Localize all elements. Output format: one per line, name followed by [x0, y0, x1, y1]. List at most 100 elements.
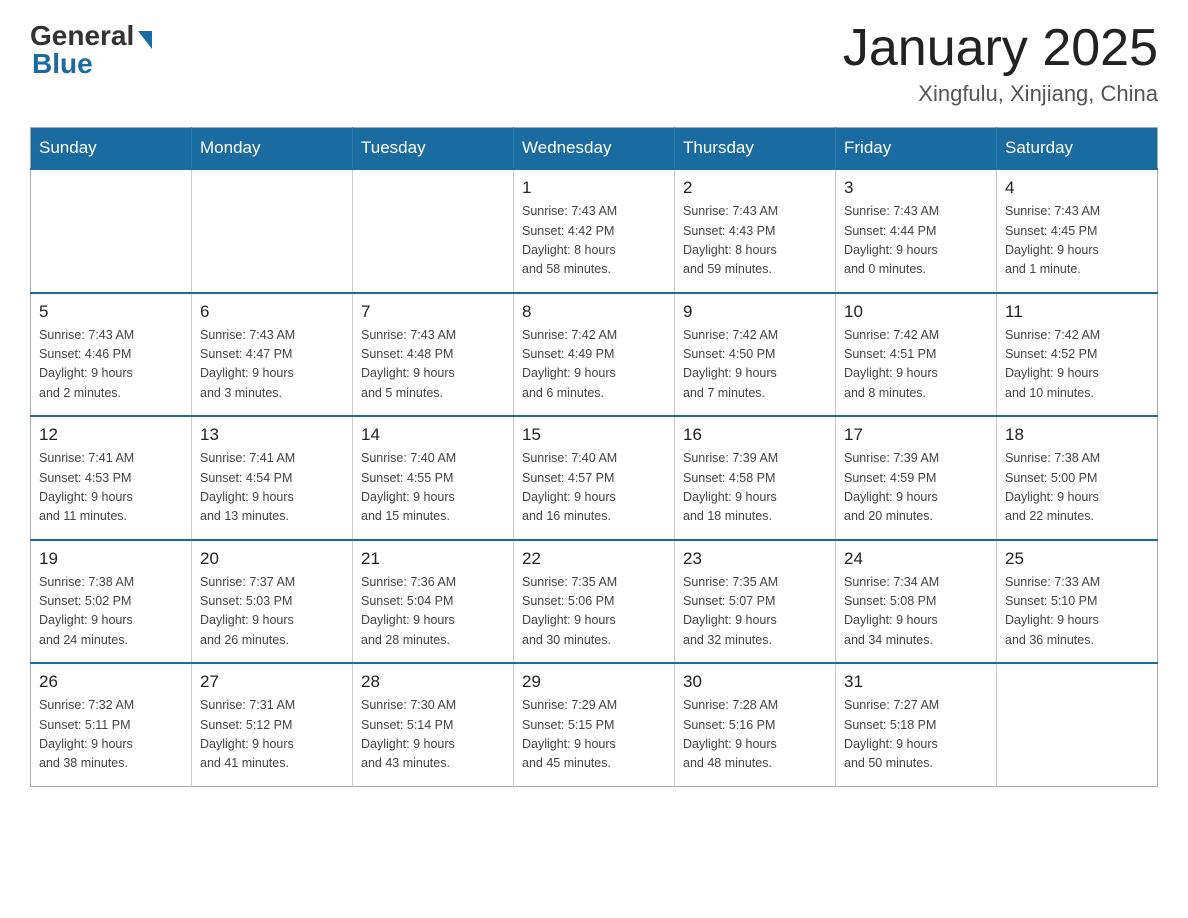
day-number: 1: [522, 178, 666, 198]
day-info: Sunrise: 7:38 AMSunset: 5:00 PMDaylight:…: [1005, 449, 1149, 527]
day-info: Sunrise: 7:40 AMSunset: 4:55 PMDaylight:…: [361, 449, 505, 527]
day-info: Sunrise: 7:43 AMSunset: 4:48 PMDaylight:…: [361, 326, 505, 404]
calendar-cell: 27 Sunrise: 7:31 AMSunset: 5:12 PMDayligh…: [192, 663, 353, 786]
calendar-cell: 31Sunrise: 7:27 AMSunset: 5:18 PMDayligh…: [836, 663, 997, 786]
day-info: Sunrise: 7:43 AMSunset: 4:45 PMDaylight:…: [1005, 202, 1149, 280]
calendar-cell: 11Sunrise: 7:42 AMSunset: 4:52 PMDayligh…: [997, 293, 1158, 417]
day-header-wednesday: Wednesday: [514, 128, 675, 170]
day-info: Sunrise: 7:41 AMSunset: 4:54 PMDaylight:…: [200, 449, 344, 527]
day-info: Sunrise: 7:30 AMSunset: 5:14 PMDaylight:…: [361, 696, 505, 774]
calendar-cell: 30Sunrise: 7:28 AMSunset: 5:16 PMDayligh…: [675, 663, 836, 786]
days-of-week-row: SundayMondayTuesdayWednesdayThursdayFrid…: [31, 128, 1158, 170]
day-header-tuesday: Tuesday: [353, 128, 514, 170]
calendar-cell: 23Sunrise: 7:35 AMSunset: 5:07 PMDayligh…: [675, 540, 836, 664]
day-header-monday: Monday: [192, 128, 353, 170]
day-info: Sunrise: 7:43 AMSunset: 4:43 PMDaylight:…: [683, 202, 827, 280]
calendar-cell: 26Sunrise: 7:32 AMSunset: 5:11 PMDayligh…: [31, 663, 192, 786]
calendar-cell: 1 Sunrise: 7:43 AMSunset: 4:42 PMDaylight…: [514, 169, 675, 293]
logo-arrow-icon: [138, 31, 152, 49]
day-number: 22: [522, 549, 666, 569]
calendar-cell: 8 Sunrise: 7:42 AMSunset: 4:49 PMDaylight…: [514, 293, 675, 417]
day-info: Sunrise: 7:39 AMSunset: 4:59 PMDaylight:…: [844, 449, 988, 527]
calendar-table: SundayMondayTuesdayWednesdayThursdayFrid…: [30, 127, 1158, 787]
calendar-cell: 19 Sunrise: 7:38 AMSunset: 5:02 PMDayligh…: [31, 540, 192, 664]
day-info: Sunrise: 7:39 AMSunset: 4:58 PMDaylight:…: [683, 449, 827, 527]
day-number: 9: [683, 302, 827, 322]
day-number: 27: [200, 672, 344, 692]
calendar-cell: 7Sunrise: 7:43 AMSunset: 4:48 PMDaylight…: [353, 293, 514, 417]
day-info: Sunrise: 7:43 AMSunset: 4:42 PMDaylight:…: [522, 202, 666, 280]
week-row-3: 12 Sunrise: 7:41 AMSunset: 4:53 PMDayligh…: [31, 416, 1158, 540]
calendar-cell: [353, 169, 514, 293]
day-number: 4: [1005, 178, 1149, 198]
day-number: 13: [200, 425, 344, 445]
month-title: January 2025: [843, 20, 1158, 77]
day-number: 14: [361, 425, 505, 445]
day-info: Sunrise: 7:41 AMSunset: 4:53 PMDaylight:…: [39, 449, 183, 527]
day-number: 31: [844, 672, 988, 692]
day-info: Sunrise: 7:35 AMSunset: 5:07 PMDaylight:…: [683, 573, 827, 651]
day-info: Sunrise: 7:31 AMSunset: 5:12 PMDaylight:…: [200, 696, 344, 774]
calendar-cell: [192, 169, 353, 293]
day-info: Sunrise: 7:43 AMSunset: 4:47 PMDaylight:…: [200, 326, 344, 404]
day-info: Sunrise: 7:42 AMSunset: 4:49 PMDaylight:…: [522, 326, 666, 404]
page-header: General Blue January 2025 Xingfulu, Xinj…: [30, 20, 1158, 107]
day-number: 15: [522, 425, 666, 445]
day-header-friday: Friday: [836, 128, 997, 170]
day-number: 21: [361, 549, 505, 569]
day-info: Sunrise: 7:43 AMSunset: 4:44 PMDaylight:…: [844, 202, 988, 280]
week-row-5: 26Sunrise: 7:32 AMSunset: 5:11 PMDayligh…: [31, 663, 1158, 786]
calendar-cell: 20 Sunrise: 7:37 AMSunset: 5:03 PMDayligh…: [192, 540, 353, 664]
calendar-cell: 12 Sunrise: 7:41 AMSunset: 4:53 PMDayligh…: [31, 416, 192, 540]
day-header-saturday: Saturday: [997, 128, 1158, 170]
day-number: 18: [1005, 425, 1149, 445]
day-info: Sunrise: 7:36 AMSunset: 5:04 PMDaylight:…: [361, 573, 505, 651]
week-row-2: 5Sunrise: 7:43 AMSunset: 4:46 PMDaylight…: [31, 293, 1158, 417]
day-info: Sunrise: 7:40 AMSunset: 4:57 PMDaylight:…: [522, 449, 666, 527]
calendar-cell: 15 Sunrise: 7:40 AMSunset: 4:57 PMDayligh…: [514, 416, 675, 540]
calendar-cell: 4 Sunrise: 7:43 AMSunset: 4:45 PMDaylight…: [997, 169, 1158, 293]
day-number: 6: [200, 302, 344, 322]
day-number: 25: [1005, 549, 1149, 569]
calendar-cell: 5Sunrise: 7:43 AMSunset: 4:46 PMDaylight…: [31, 293, 192, 417]
day-info: Sunrise: 7:37 AMSunset: 5:03 PMDaylight:…: [200, 573, 344, 651]
week-row-1: 1 Sunrise: 7:43 AMSunset: 4:42 PMDaylight…: [31, 169, 1158, 293]
day-number: 17: [844, 425, 988, 445]
calendar-cell: 25 Sunrise: 7:33 AMSunset: 5:10 PMDayligh…: [997, 540, 1158, 664]
calendar-cell: 21 Sunrise: 7:36 AMSunset: 5:04 PMDayligh…: [353, 540, 514, 664]
day-header-sunday: Sunday: [31, 128, 192, 170]
day-number: 2: [683, 178, 827, 198]
week-row-4: 19 Sunrise: 7:38 AMSunset: 5:02 PMDayligh…: [31, 540, 1158, 664]
day-number: 10: [844, 302, 988, 322]
day-number: 26: [39, 672, 183, 692]
logo-blue-text: Blue: [32, 48, 93, 80]
day-header-thursday: Thursday: [675, 128, 836, 170]
calendar-cell: 6 Sunrise: 7:43 AMSunset: 4:47 PMDaylight…: [192, 293, 353, 417]
calendar-cell: 28 Sunrise: 7:30 AMSunset: 5:14 PMDayligh…: [353, 663, 514, 786]
day-info: Sunrise: 7:42 AMSunset: 4:51 PMDaylight:…: [844, 326, 988, 404]
calendar-cell: 9 Sunrise: 7:42 AMSunset: 4:50 PMDaylight…: [675, 293, 836, 417]
day-number: 12: [39, 425, 183, 445]
day-info: Sunrise: 7:34 AMSunset: 5:08 PMDaylight:…: [844, 573, 988, 651]
day-number: 8: [522, 302, 666, 322]
calendar-cell: 29Sunrise: 7:29 AMSunset: 5:15 PMDayligh…: [514, 663, 675, 786]
day-number: 28: [361, 672, 505, 692]
calendar-cell: 14 Sunrise: 7:40 AMSunset: 4:55 PMDayligh…: [353, 416, 514, 540]
day-info: Sunrise: 7:42 AMSunset: 4:52 PMDaylight:…: [1005, 326, 1149, 404]
calendar-cell: 16Sunrise: 7:39 AMSunset: 4:58 PMDayligh…: [675, 416, 836, 540]
day-number: 29: [522, 672, 666, 692]
day-info: Sunrise: 7:43 AMSunset: 4:46 PMDaylight:…: [39, 326, 183, 404]
calendar-cell: [997, 663, 1158, 786]
logo: General Blue: [30, 20, 152, 80]
day-info: Sunrise: 7:33 AMSunset: 5:10 PMDaylight:…: [1005, 573, 1149, 651]
calendar-cell: 22Sunrise: 7:35 AMSunset: 5:06 PMDayligh…: [514, 540, 675, 664]
day-number: 20: [200, 549, 344, 569]
day-info: Sunrise: 7:28 AMSunset: 5:16 PMDaylight:…: [683, 696, 827, 774]
calendar-header: SundayMondayTuesdayWednesdayThursdayFrid…: [31, 128, 1158, 170]
day-info: Sunrise: 7:42 AMSunset: 4:50 PMDaylight:…: [683, 326, 827, 404]
day-info: Sunrise: 7:38 AMSunset: 5:02 PMDaylight:…: [39, 573, 183, 651]
day-number: 24: [844, 549, 988, 569]
day-number: 19: [39, 549, 183, 569]
calendar-cell: [31, 169, 192, 293]
title-section: January 2025 Xingfulu, Xinjiang, China: [843, 20, 1158, 107]
